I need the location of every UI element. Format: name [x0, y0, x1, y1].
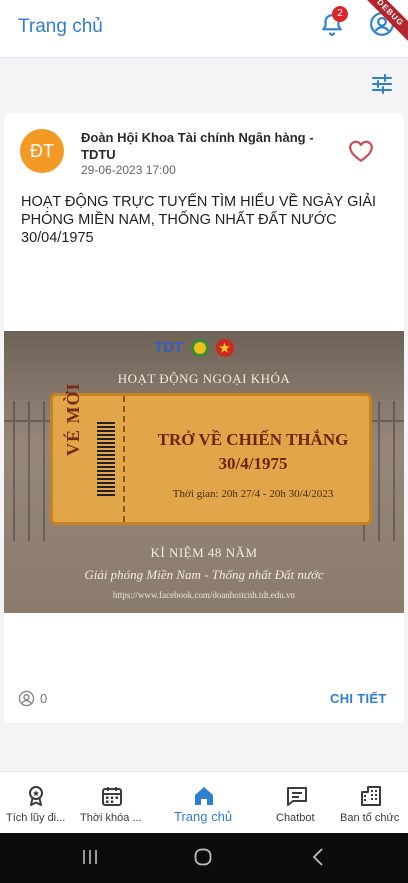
poster-slogan: Giải phóng Miền Nam - Thống nhất Đất nướ…	[84, 567, 324, 582]
user-reaction-icon	[18, 690, 35, 707]
barcode-icon	[97, 422, 115, 498]
avatar: ĐT	[20, 129, 64, 173]
post-image[interactable]: TDT ★ HOẠT ĐỘNG NGOẠI KHÓA VÉ MỜI TRỞ VỀ…	[4, 331, 404, 613]
system-navigation-bar	[0, 833, 408, 883]
nav-label: Trang chủ	[174, 809, 233, 824]
detail-button[interactable]: CHI TIẾT	[330, 691, 387, 706]
ticket-time: Thời gian: 20h 27/4 - 20h 30/4/2023	[172, 488, 334, 500]
nav-label: Ban tổ chức	[340, 812, 400, 824]
post-date: 29-06-2023 17:00	[81, 163, 176, 177]
home-button-icon[interactable]	[194, 848, 212, 866]
nav-item-thoi-khoa-bieu[interactable]: Thời khóa ...	[74, 772, 150, 834]
poster-anniversary: KỈ NIỆM 48 NĂM	[150, 545, 258, 560]
nav-item-chatbot[interactable]: Chatbot	[268, 772, 326, 834]
chat-icon	[287, 787, 307, 806]
back-icon[interactable]	[311, 847, 325, 867]
nav-label: Thời khóa ...	[80, 812, 142, 824]
badge-logo-icon	[191, 339, 210, 358]
nav-item-trang-chu[interactable]: Trang chủ	[164, 772, 244, 834]
post-card: ĐT Đoàn Hội Khoa Tài chính Ngân hàng - T…	[4, 113, 404, 723]
ticket-title: TRỞ VỀ CHIẾN THẮNG	[157, 430, 349, 449]
page-title: Trang chủ	[18, 16, 103, 37]
bottom-navigation: Tích lũy đi... Thời khóa ... Trang chủ C…	[0, 771, 408, 833]
tdt-logo-text: TDT	[154, 339, 184, 356]
ticket-date: 30/4/1975	[218, 454, 288, 473]
nav-label: Tích lũy đi...	[6, 812, 66, 824]
filter-row	[0, 58, 408, 110]
poster-logos: TDT ★	[154, 339, 234, 358]
filter-sliders-icon[interactable]	[370, 72, 394, 96]
nav-item-tich-luy[interactable]: Tích lũy đi...	[0, 772, 72, 834]
home-icon	[195, 787, 213, 805]
award-icon	[29, 786, 43, 806]
building-icon	[361, 786, 381, 806]
post-text: HOẠT ĐỘNG TRỰC TUYẾN TÌM HIỂU VỀ NGÀY GI…	[21, 194, 377, 246]
nav-item-ban-to-chuc[interactable]: Ban tổ chức	[336, 772, 406, 834]
post-author: Đoàn Hội Khoa Tài chính Ngân hàng - TDTU	[81, 130, 314, 162]
youth-union-logo-icon: ★	[215, 339, 234, 358]
calendar-icon	[102, 787, 122, 806]
poster-url: https://www.facebook.com/doanhoitcnh.tdt…	[112, 590, 296, 600]
ticket-stub-label: VÉ MỜI	[63, 382, 83, 457]
recent-apps-icon[interactable]	[82, 849, 98, 865]
poster-ticket: VÉ MỜI TRỞ VỀ CHIẾN THẮNG 30/4/1975 Thời…	[50, 383, 372, 525]
reaction-count: 0	[40, 691, 48, 706]
app-bar: Trang chủ 2 DEBUG	[0, 0, 408, 58]
notification-badge: 2	[332, 6, 348, 22]
heart-icon[interactable]	[348, 139, 374, 163]
nav-label: Chatbot	[276, 812, 315, 824]
